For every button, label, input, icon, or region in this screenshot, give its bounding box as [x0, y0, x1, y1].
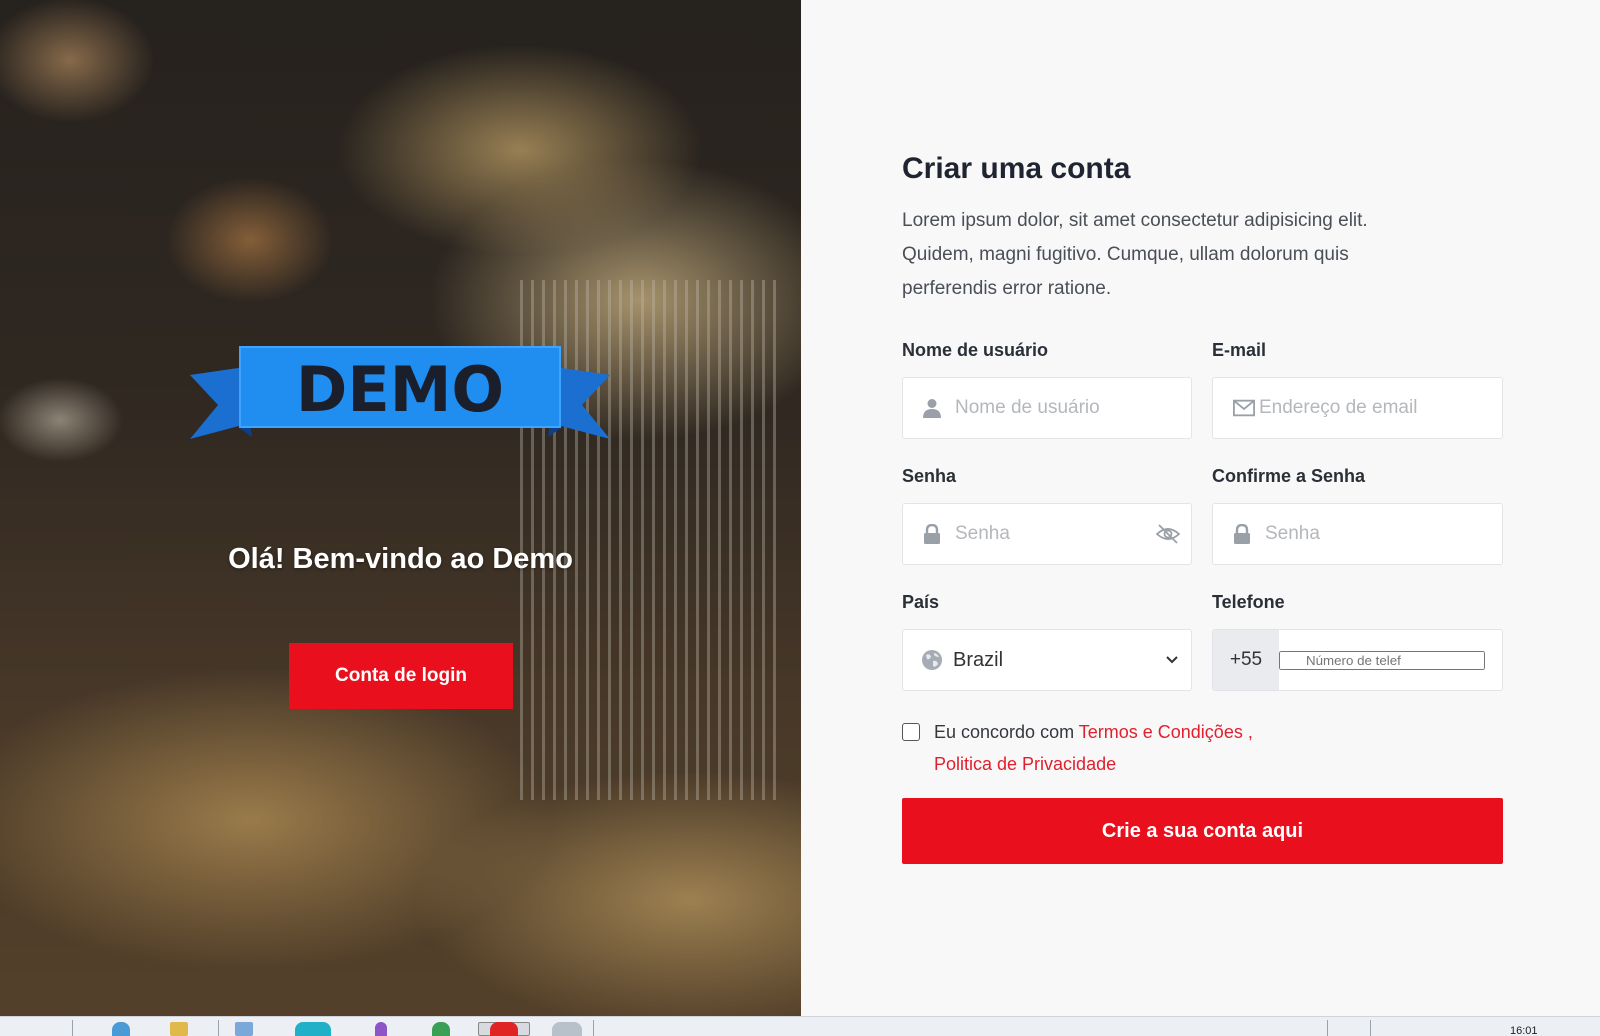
chevron-down-icon [1166, 656, 1178, 664]
window-icon[interactable] [235, 1022, 253, 1036]
taskbar-separator [72, 1020, 73, 1036]
taskbar-separator [1327, 1020, 1328, 1036]
terms-link[interactable]: Termos e Condições , [1079, 722, 1253, 742]
country-value: Brazil [953, 648, 1004, 671]
username-field [902, 377, 1192, 439]
username-label: Nome de usuário [902, 340, 1049, 360]
svg-text:DEMO: DEMO [296, 353, 504, 426]
folder-icon[interactable] [170, 1022, 188, 1036]
email-label: E-mail [1212, 340, 1267, 360]
login-account-button[interactable]: Conta de login [289, 643, 513, 709]
password-input[interactable] [955, 504, 1155, 564]
lock-icon [1231, 523, 1253, 545]
demo-logo: DEMO [190, 346, 610, 439]
create-account-button[interactable]: Crie a sua conta aqui [902, 798, 1503, 864]
lock-icon [921, 523, 943, 545]
user-icon [921, 397, 943, 419]
phone-country-code: +55 [1213, 630, 1279, 690]
country-label: País [902, 592, 940, 612]
app-icon[interactable] [552, 1022, 582, 1036]
phone-input[interactable] [1279, 650, 1485, 670]
email-input[interactable] [1259, 378, 1502, 438]
app-icon[interactable] [490, 1022, 518, 1036]
globe-icon [921, 649, 943, 671]
terms-checkbox[interactable] [902, 723, 920, 741]
agree-label: Eu concordo com [934, 722, 1079, 742]
envelope-icon [1233, 397, 1255, 419]
privacy-link[interactable]: Politica de Privacidade [934, 754, 1116, 774]
confirm-password-field [1212, 503, 1503, 565]
form-title: Criar uma conta [902, 152, 1131, 185]
taskbar-separator [1370, 1020, 1371, 1036]
welcome-heading: Olá! Bem-vindo ao Demo [228, 543, 573, 575]
hero-panel: DEMO Olá! Bem-vindo ao Demo Conta de log… [0, 0, 801, 1016]
phone-label: Telefone [1212, 592, 1285, 612]
email-field [1212, 377, 1503, 439]
confirm-password-label: Confirme a Senha [1212, 466, 1366, 486]
taskbar-separator [593, 1020, 594, 1036]
chrome-icon[interactable] [432, 1022, 450, 1036]
hero-overlay [0, 0, 801, 1016]
signup-form-panel: Criar uma conta Lorem ipsum dolor, sit a… [801, 0, 1600, 1016]
confirm-password-input[interactable] [1265, 504, 1502, 564]
password-field [902, 503, 1192, 565]
country-select[interactable]: Brazil [902, 629, 1192, 691]
app-icon[interactable] [375, 1022, 387, 1036]
username-input[interactable] [955, 378, 1191, 438]
form-description: Lorem ipsum dolor, sit amet consectetur … [902, 210, 1368, 299]
phone-field: +55 [1212, 629, 1503, 691]
app-icon[interactable] [295, 1022, 331, 1036]
terms-text: Eu concordo com Termos e Condições , Pol… [934, 716, 1354, 780]
terms-agreement: Eu concordo com Termos e Condições , Pol… [902, 716, 1354, 780]
taskbar-separator [218, 1020, 219, 1036]
browser-icon[interactable] [112, 1022, 130, 1036]
eye-slash-icon[interactable] [1155, 523, 1181, 545]
taskbar-clock: 16:01 [1510, 1025, 1538, 1036]
password-label: Senha [902, 466, 957, 486]
